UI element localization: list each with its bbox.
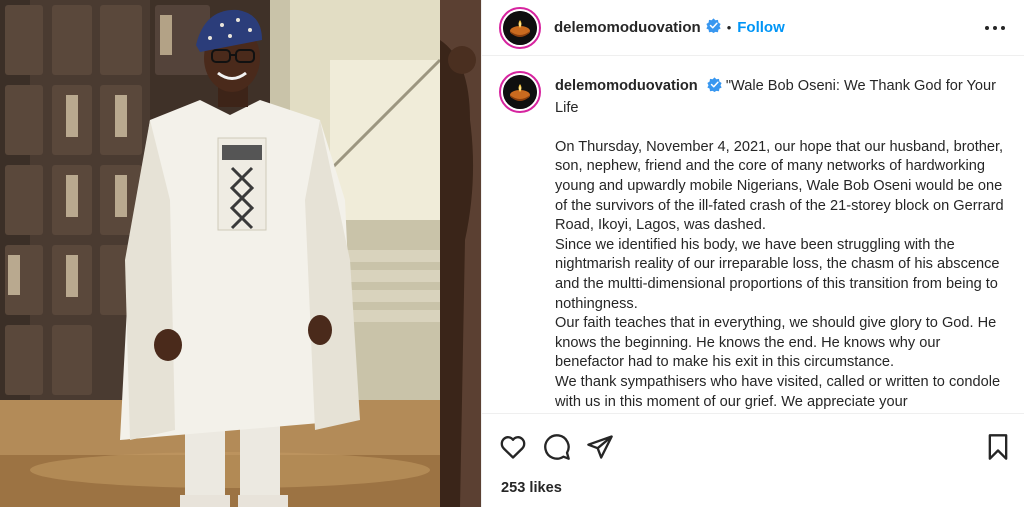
caption-username[interactable]: delemomoduovation (555, 78, 698, 94)
verified-badge-icon (707, 77, 722, 99)
header-username[interactable]: delemomoduovation (554, 19, 701, 36)
caption-paragraph: Our faith teaches that in everything, we… (555, 315, 997, 371)
paper-plane-icon[interactable] (586, 433, 614, 461)
post-detail-panel: delemomoduovation • Follow delemomoduova… (481, 0, 1024, 507)
post-actions: 253 likes (482, 413, 1024, 507)
caption-text: delemomoduovation "Wale Bob Oseni: We Th… (555, 77, 1010, 412)
post-photo[interactable] (0, 0, 481, 507)
caption-section: delemomoduovation "Wale Bob Oseni: We Th… (482, 57, 1024, 413)
candle-icon (503, 75, 537, 109)
comment-icon[interactable] (543, 433, 571, 461)
separator-dot: • (726, 20, 732, 35)
caption-paragraph: On Thursday, November 4, 2021, our hope … (555, 138, 1004, 234)
verified-badge-icon (706, 17, 721, 38)
follow-button[interactable]: Follow (737, 19, 785, 36)
likes-count[interactable]: 253 likes (501, 480, 562, 496)
avatar[interactable] (499, 6, 541, 49)
post-header: delemomoduovation • Follow (482, 0, 1024, 56)
candle-icon (503, 10, 537, 45)
caption-paragraph: Since we identified his body, we have be… (555, 236, 1000, 312)
caption-avatar[interactable] (499, 71, 541, 113)
more-options-icon[interactable] (985, 18, 1005, 38)
heart-icon[interactable] (499, 433, 527, 461)
man-in-white-agbada-image (0, 0, 481, 507)
caption-paragraph: We thank sympathisers who have visited, … (555, 373, 1001, 410)
bookmark-icon[interactable] (984, 433, 1012, 461)
